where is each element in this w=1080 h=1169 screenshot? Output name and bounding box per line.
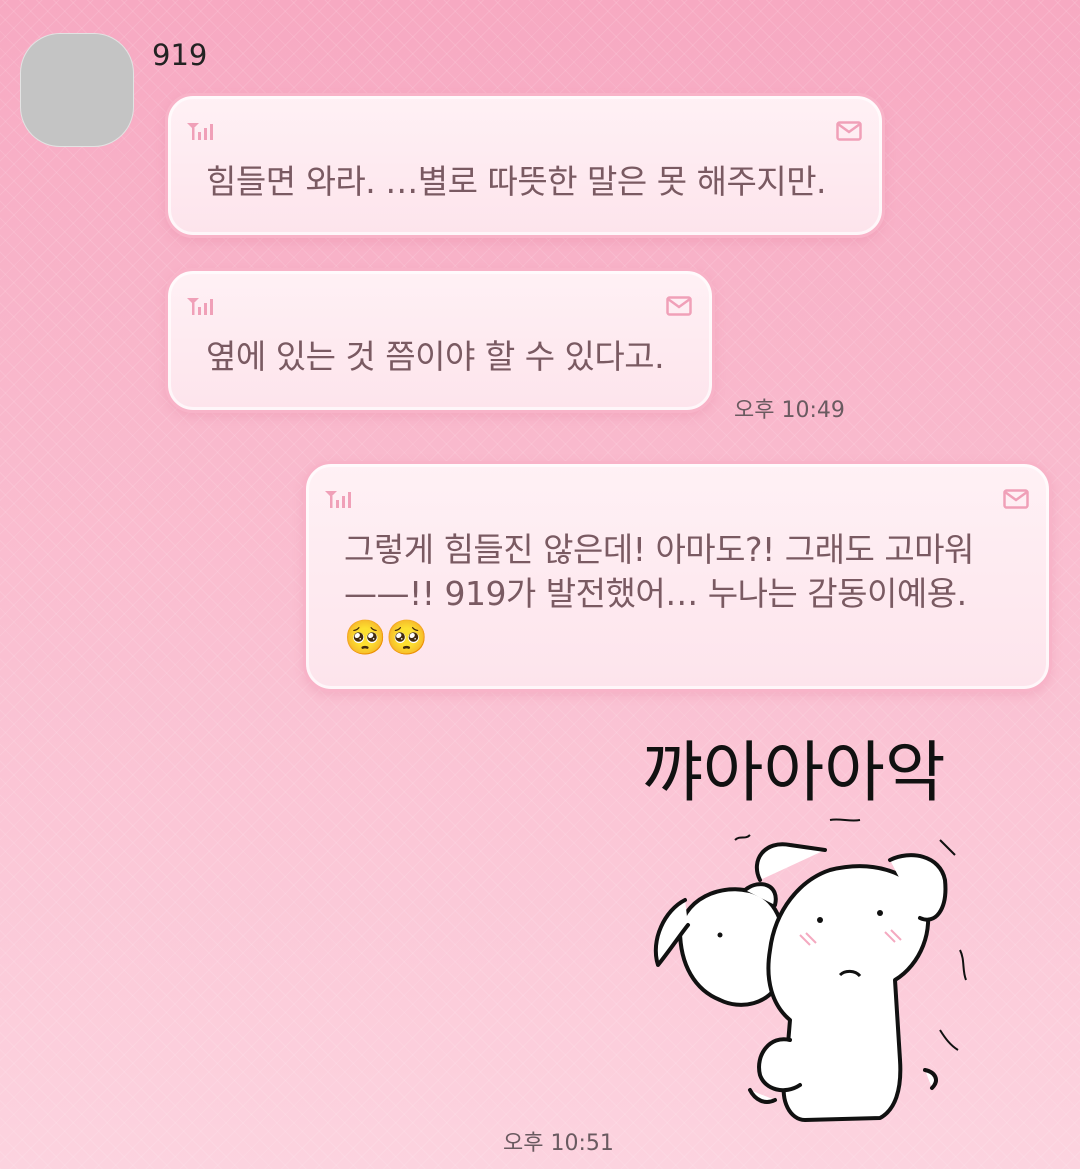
avatar[interactable] <box>20 33 134 147</box>
envelope-icon <box>666 296 692 316</box>
message-text: 옆에 있는 것 쯤이야 할 수 있다고. <box>206 337 665 376</box>
message-time: 오후 10:49 <box>734 398 845 423</box>
message-text: 힘들면 와라. …별로 따뜻한 말은 못 해주지만. <box>206 162 827 201</box>
sticker-time: 오후 10:51 <box>503 1131 614 1156</box>
signal-bars-icon <box>325 491 351 508</box>
envelope-icon <box>836 121 862 141</box>
sender-name: 919 <box>152 38 208 72</box>
dog-hug-sticker[interactable] <box>640 800 1000 1145</box>
message-text: 그렇게 힘들진 않은데! 아마도?! 그래도 고마워 ——!! 919가 발전했… <box>344 530 974 613</box>
message-bubble-3[interactable]: 그렇게 힘들진 않은데! 아마도?! 그래도 고마워 ——!! 919가 발전했… <box>303 461 1052 692</box>
emoji-pleading-face: 🥺🥺 <box>344 618 428 658</box>
envelope-icon <box>1003 489 1029 509</box>
signal-bars-icon <box>187 123 213 140</box>
signal-bars-icon <box>187 298 213 315</box>
message-bubble-1[interactable]: 힘들면 와라. …별로 따뜻한 말은 못 해주지만. <box>165 93 885 238</box>
message-bubble-2[interactable]: 옆에 있는 것 쯤이야 할 수 있다고. <box>165 268 715 413</box>
